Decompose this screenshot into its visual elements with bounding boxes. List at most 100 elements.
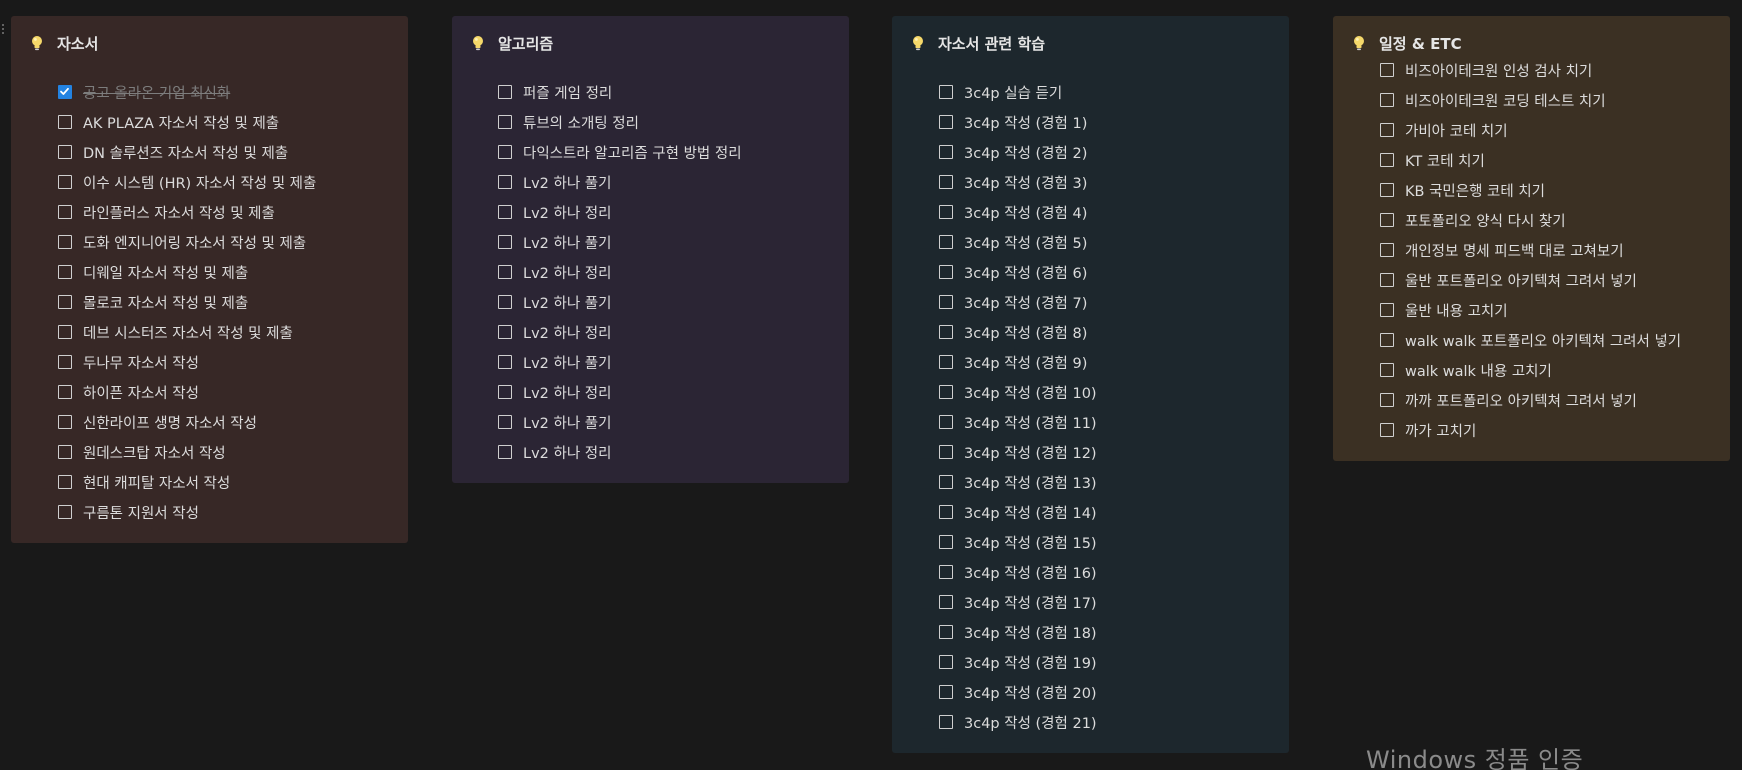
checkbox[interactable] [939, 715, 953, 729]
todo-label[interactable]: 신한라이프 생명 자소서 작성 [83, 412, 257, 433]
todo-label[interactable]: Lv2 하나 풀기 [523, 352, 611, 373]
todo-label[interactable]: Lv2 하나 정리 [523, 262, 611, 283]
todo-label[interactable]: 3c4p 작성 (경험 18) [964, 622, 1097, 643]
todo-label[interactable]: 비즈아이테크원 코딩 테스트 치기 [1405, 90, 1606, 111]
todo-label[interactable]: 3c4p 작성 (경험 1) [964, 112, 1087, 133]
todo-label[interactable]: 현대 캐피탈 자소서 작성 [83, 472, 230, 493]
todo-label[interactable]: 3c4p 작성 (경험 21) [964, 712, 1097, 733]
checkbox[interactable] [939, 655, 953, 669]
todo-label[interactable]: 3c4p 작성 (경험 5) [964, 232, 1087, 253]
todo-label[interactable]: 3c4p 작성 (경험 4) [964, 202, 1087, 223]
checkbox[interactable] [939, 175, 953, 189]
checkbox[interactable] [58, 205, 72, 219]
checkbox[interactable] [939, 355, 953, 369]
checkbox[interactable] [1380, 393, 1394, 407]
checkbox[interactable] [939, 625, 953, 639]
todo-label[interactable]: Lv2 하나 풀기 [523, 232, 611, 253]
checkbox[interactable] [1380, 333, 1394, 347]
checkbox[interactable] [58, 355, 72, 369]
checkbox[interactable] [498, 205, 512, 219]
todo-label[interactable]: 포토폴리오 양식 다시 찾기 [1405, 210, 1566, 231]
todo-label[interactable]: 3c4p 작성 (경험 11) [964, 412, 1097, 433]
lightbulb-icon[interactable] [26, 32, 48, 54]
todo-label[interactable]: 구름톤 지원서 작성 [83, 502, 199, 523]
todo-label[interactable]: Lv2 하나 풀기 [523, 412, 611, 433]
checkbox[interactable] [1380, 423, 1394, 437]
todo-label[interactable]: DN 솔루션즈 자소서 작성 및 제출 [83, 142, 288, 163]
checkbox[interactable] [1380, 303, 1394, 317]
todo-label[interactable]: 3c4p 작성 (경험 6) [964, 262, 1087, 283]
checkbox[interactable] [58, 385, 72, 399]
todo-label[interactable]: 원데스크탑 자소서 작성 [83, 442, 226, 463]
todo-label[interactable]: 개인정보 명세 피드백 대로 고쳐보기 [1405, 240, 1624, 261]
checkbox[interactable] [498, 295, 512, 309]
todo-label[interactable]: 3c4p 작성 (경험 15) [964, 532, 1097, 553]
todo-label[interactable]: 튜브의 소개팅 정리 [523, 112, 639, 133]
checkbox[interactable] [58, 235, 72, 249]
todo-label[interactable]: 라인플러스 자소서 작성 및 제출 [83, 202, 275, 223]
checkbox[interactable] [58, 325, 72, 339]
todo-label[interactable]: 까가 고치기 [1405, 420, 1476, 441]
checkbox[interactable] [939, 85, 953, 99]
checkbox[interactable] [939, 505, 953, 519]
todo-label[interactable]: 3c4p 작성 (경험 10) [964, 382, 1097, 403]
todo-label[interactable]: 3c4p 작성 (경험 14) [964, 502, 1097, 523]
checkbox[interactable] [1380, 153, 1394, 167]
checkbox[interactable] [58, 265, 72, 279]
todo-label[interactable]: 공고 올라온 기업 최신화 [83, 82, 230, 103]
lightbulb-icon[interactable] [467, 32, 489, 54]
checkbox[interactable] [498, 265, 512, 279]
checkbox[interactable] [939, 265, 953, 279]
checkbox[interactable] [498, 145, 512, 159]
checkbox[interactable] [58, 475, 72, 489]
todo-label[interactable]: 퍼즐 게임 정리 [523, 82, 612, 103]
checkbox[interactable] [1380, 363, 1394, 377]
checkbox[interactable] [939, 565, 953, 579]
checkbox[interactable] [498, 355, 512, 369]
checkbox[interactable] [939, 475, 953, 489]
checkbox[interactable] [939, 535, 953, 549]
todo-label[interactable]: 도화 엔지니어링 자소서 작성 및 제출 [83, 232, 306, 253]
todo-label[interactable]: walk walk 내용 고치기 [1405, 360, 1552, 381]
checkbox[interactable] [1380, 243, 1394, 257]
checkbox[interactable] [498, 175, 512, 189]
todo-label[interactable]: 3c4p 작성 (경험 8) [964, 322, 1087, 343]
todo-label[interactable]: KT 코테 치기 [1405, 150, 1485, 171]
checkbox[interactable] [58, 505, 72, 519]
todo-label[interactable]: 3c4p 작성 (경험 20) [964, 682, 1097, 703]
todo-label[interactable]: Lv2 하나 정리 [523, 202, 611, 223]
checkbox[interactable] [939, 385, 953, 399]
checkbox[interactable] [939, 685, 953, 699]
todo-label[interactable]: 다익스트라 알고리즘 구현 방법 정리 [523, 142, 742, 163]
todo-label[interactable]: 3c4p 작성 (경험 12) [964, 442, 1097, 463]
todo-label[interactable]: 하이픈 자소서 작성 [83, 382, 199, 403]
todo-label[interactable]: 3c4p 작성 (경험 3) [964, 172, 1087, 193]
checkbox[interactable] [58, 175, 72, 189]
todo-label[interactable]: Lv2 하나 정리 [523, 442, 611, 463]
todo-label[interactable]: 3c4p 작성 (경험 17) [964, 592, 1097, 613]
checkbox[interactable] [498, 85, 512, 99]
checkbox[interactable] [939, 205, 953, 219]
checkbox[interactable] [1380, 123, 1394, 137]
todo-label[interactable]: 이수 시스템 (HR) 자소서 작성 및 제출 [83, 172, 316, 193]
checkbox[interactable] [58, 145, 72, 159]
checkbox[interactable] [498, 415, 512, 429]
todo-label[interactable]: 비즈아이테크원 인성 검사 치기 [1405, 60, 1592, 81]
checkbox[interactable] [58, 115, 72, 129]
todo-label[interactable]: AK PLAZA 자소서 작성 및 제출 [83, 112, 279, 133]
checkbox[interactable] [498, 445, 512, 459]
todo-label[interactable]: 까까 포트폴리오 아키텍쳐 그려서 넣기 [1405, 390, 1637, 411]
todo-label[interactable]: 데브 시스터즈 자소서 작성 및 제출 [83, 322, 293, 343]
checkbox[interactable] [1380, 273, 1394, 287]
checkbox[interactable] [498, 235, 512, 249]
todo-label[interactable]: 3c4p 작성 (경험 19) [964, 652, 1097, 673]
checkbox[interactable] [1380, 183, 1394, 197]
checkbox[interactable] [58, 295, 72, 309]
checkbox[interactable] [939, 115, 953, 129]
checkbox[interactable] [939, 325, 953, 339]
checkbox[interactable] [939, 415, 953, 429]
todo-label[interactable]: 3c4p 작성 (경험 2) [964, 142, 1087, 163]
lightbulb-icon[interactable] [907, 32, 929, 54]
checkbox[interactable] [1380, 93, 1394, 107]
todo-label[interactable]: 3c4p 작성 (경험 13) [964, 472, 1097, 493]
